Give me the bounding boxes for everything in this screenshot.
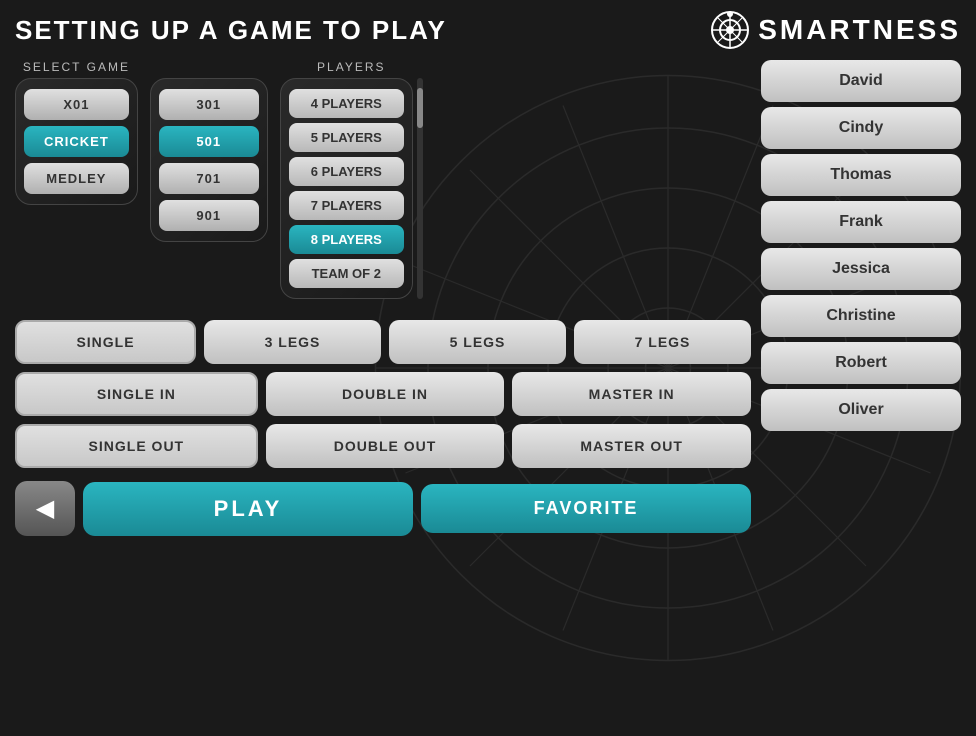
page-title: SETTING UP A GAME TO PLAY bbox=[15, 15, 447, 46]
right-panel: David Cindy Thomas Frank Jessica Christi… bbox=[761, 60, 961, 726]
players-btn-4[interactable]: 4 PLAYERS bbox=[289, 89, 404, 118]
players-btn-7[interactable]: 7 PLAYERS bbox=[289, 191, 404, 220]
btn-single-in[interactable]: SINGLE IN bbox=[15, 372, 258, 416]
game-types-panel: X01 CRICKET MEDLEY bbox=[15, 78, 138, 205]
players-btn-8[interactable]: 8 PLAYERS bbox=[289, 225, 404, 254]
select-game-label: SELECT GAME bbox=[23, 60, 130, 74]
players-btn-6[interactable]: 6 PLAYERS bbox=[289, 157, 404, 186]
logo-icon bbox=[710, 10, 750, 50]
player-btn-jessica[interactable]: Jessica bbox=[761, 248, 961, 290]
game-types-column: SELECT GAME X01 CRICKET MEDLEY bbox=[15, 60, 138, 299]
players-btn-5[interactable]: 5 PLAYERS bbox=[289, 123, 404, 152]
player-btn-frank[interactable]: Frank bbox=[761, 201, 961, 243]
bottom-controls: SINGLE 3 LEGS 5 LEGS 7 LEGS SINGLE IN DO… bbox=[15, 320, 751, 468]
player-btn-cindy[interactable]: Cindy bbox=[761, 107, 961, 149]
player-btn-oliver[interactable]: Oliver bbox=[761, 389, 961, 431]
game-selection-row: SELECT GAME X01 CRICKET MEDLEY 301 501 7… bbox=[15, 60, 751, 299]
players-btn-teamof2[interactable]: TEAM OF 2 bbox=[289, 259, 404, 288]
header: SETTING UP A GAME TO PLAY SMARTNESS bbox=[15, 10, 961, 50]
action-row: ◀ PLAY FAVORITE bbox=[15, 481, 751, 536]
btn-master-out[interactable]: MASTER OUT bbox=[512, 424, 751, 468]
players-scrollbar[interactable] bbox=[417, 78, 423, 299]
score-btn-501[interactable]: 501 bbox=[159, 126, 259, 157]
players-scroll-thumb bbox=[417, 88, 423, 128]
legs-row: SINGLE 3 LEGS 5 LEGS 7 LEGS bbox=[15, 320, 751, 364]
out-row: SINGLE OUT DOUBLE OUT MASTER OUT bbox=[15, 424, 751, 468]
back-button[interactable]: ◀ bbox=[15, 481, 75, 536]
btn-3legs[interactable]: 3 LEGS bbox=[204, 320, 381, 364]
btn-master-in[interactable]: MASTER IN bbox=[512, 372, 751, 416]
play-button[interactable]: PLAY bbox=[83, 482, 413, 536]
in-row: SINGLE IN DOUBLE IN MASTER IN bbox=[15, 372, 751, 416]
score-btn-301[interactable]: 301 bbox=[159, 89, 259, 120]
left-panel: SELECT GAME X01 CRICKET MEDLEY 301 501 7… bbox=[15, 60, 751, 726]
favorite-button[interactable]: FAVORITE bbox=[421, 484, 751, 533]
game-btn-x01[interactable]: X01 bbox=[24, 89, 129, 120]
scores-column: 301 501 701 901 bbox=[150, 60, 268, 299]
logo-area: SMARTNESS bbox=[710, 10, 961, 50]
player-btn-christine[interactable]: Christine bbox=[761, 295, 961, 337]
score-btn-701[interactable]: 701 bbox=[159, 163, 259, 194]
page-wrapper: SETTING UP A GAME TO PLAY SMARTNESS bbox=[0, 0, 976, 736]
scores-panel: 301 501 701 901 bbox=[150, 78, 268, 242]
back-icon: ◀ bbox=[36, 494, 54, 523]
score-btn-901[interactable]: 901 bbox=[159, 200, 259, 231]
player-btn-robert[interactable]: Robert bbox=[761, 342, 961, 384]
players-wrapper: 4 PLAYERS 5 PLAYERS 6 PLAYERS 7 PLAYERS … bbox=[280, 78, 423, 299]
player-btn-thomas[interactable]: Thomas bbox=[761, 154, 961, 196]
game-btn-cricket[interactable]: CRICKET bbox=[24, 126, 129, 157]
btn-single[interactable]: SINGLE bbox=[15, 320, 196, 364]
players-section: PLAYERS 4 PLAYERS 5 PLAYERS 6 PLAYERS 7 … bbox=[280, 60, 423, 299]
main-content: SELECT GAME X01 CRICKET MEDLEY 301 501 7… bbox=[15, 60, 961, 726]
btn-5legs[interactable]: 5 LEGS bbox=[389, 320, 566, 364]
btn-7legs[interactable]: 7 LEGS bbox=[574, 320, 751, 364]
scores-label bbox=[206, 60, 211, 74]
logo-text: SMARTNESS bbox=[758, 14, 961, 46]
players-panel: 4 PLAYERS 5 PLAYERS 6 PLAYERS 7 PLAYERS … bbox=[280, 78, 413, 299]
btn-double-out[interactable]: DOUBLE OUT bbox=[266, 424, 505, 468]
player-btn-david[interactable]: David bbox=[761, 60, 961, 102]
players-label: PLAYERS bbox=[317, 60, 385, 74]
game-btn-medley[interactable]: MEDLEY bbox=[24, 163, 129, 194]
btn-double-in[interactable]: DOUBLE IN bbox=[266, 372, 505, 416]
btn-single-out[interactable]: SINGLE OUT bbox=[15, 424, 258, 468]
